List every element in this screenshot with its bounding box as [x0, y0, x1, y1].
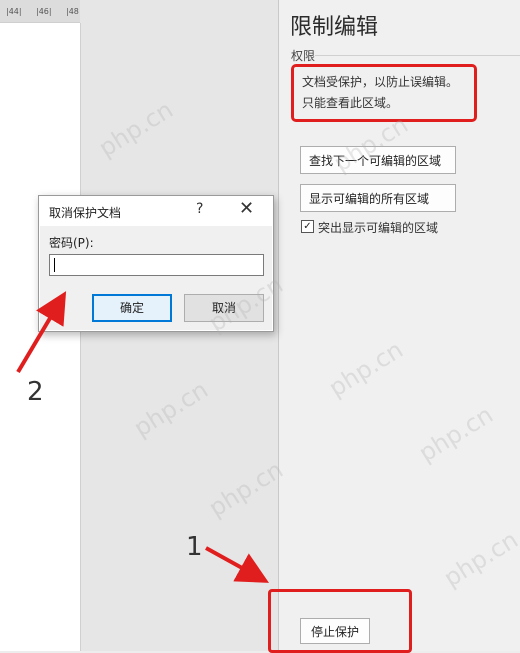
- step-number-2: 2: [27, 377, 44, 407]
- arrow-to-password-field: [16, 291, 67, 374]
- arrow-to-stop-button: [205, 546, 269, 583]
- annotation-arrows: [16, 291, 269, 583]
- step-number-1: 1: [186, 532, 203, 562]
